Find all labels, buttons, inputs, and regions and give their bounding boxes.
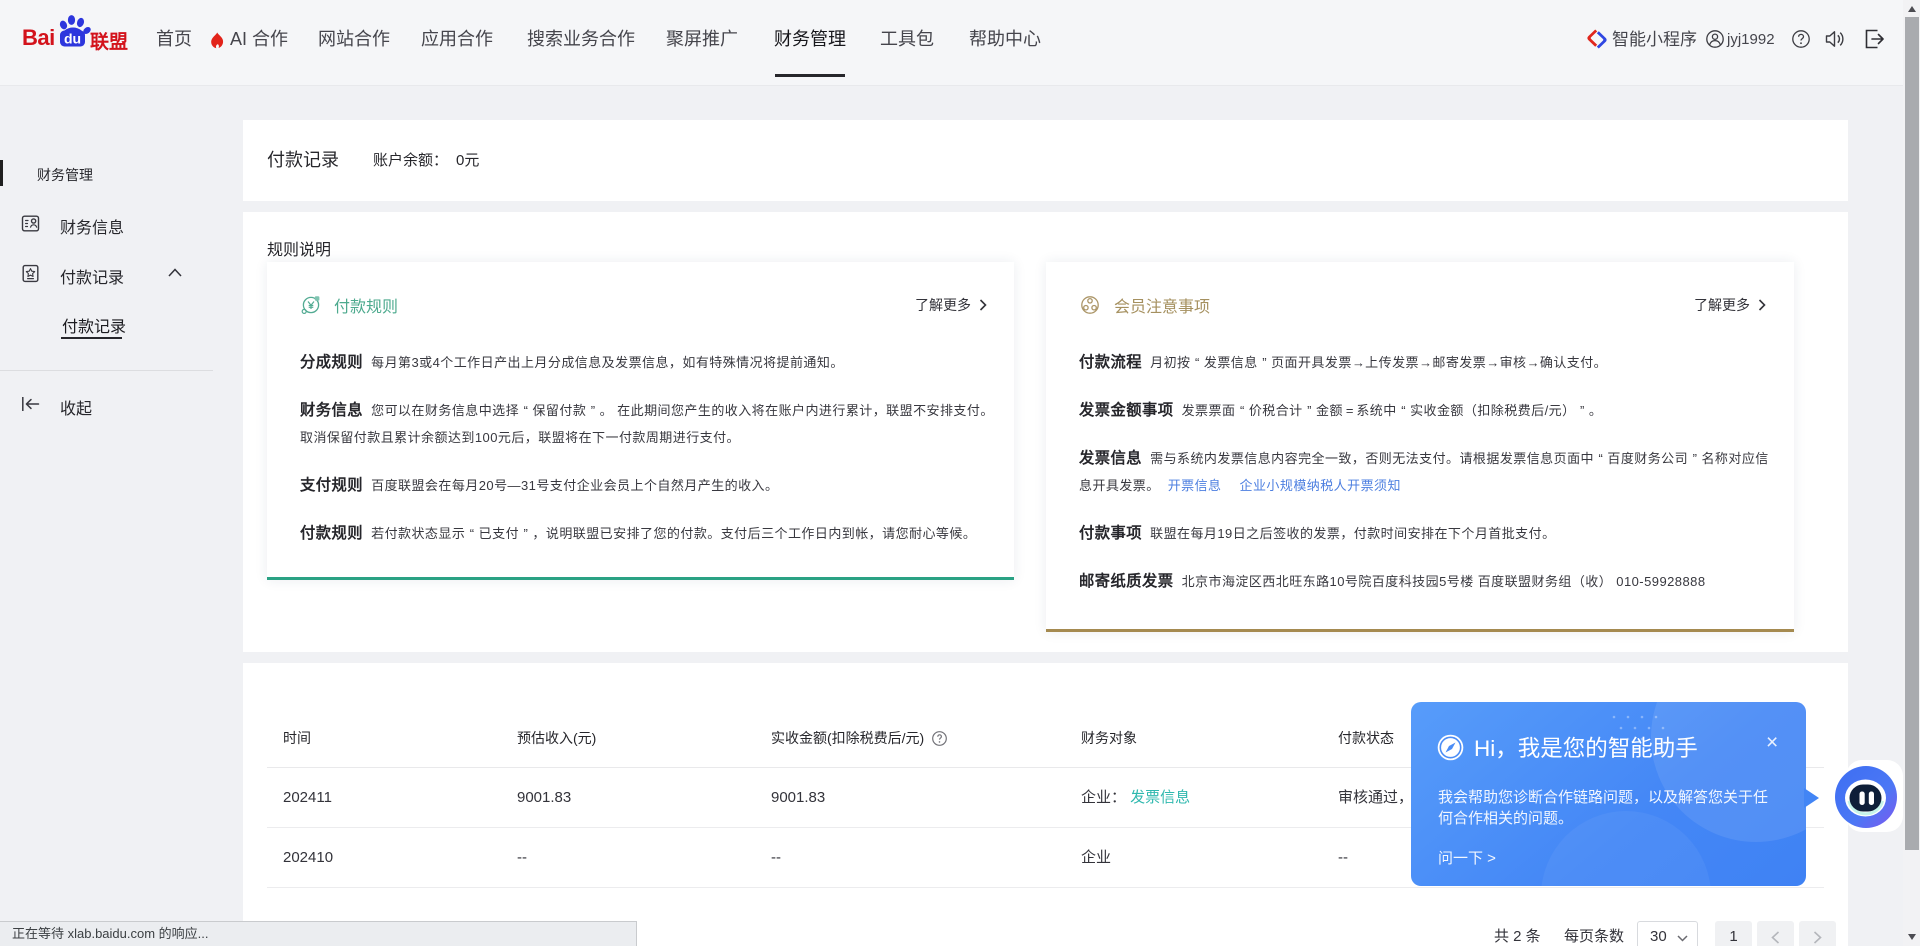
svg-text:du: du — [64, 31, 81, 47]
